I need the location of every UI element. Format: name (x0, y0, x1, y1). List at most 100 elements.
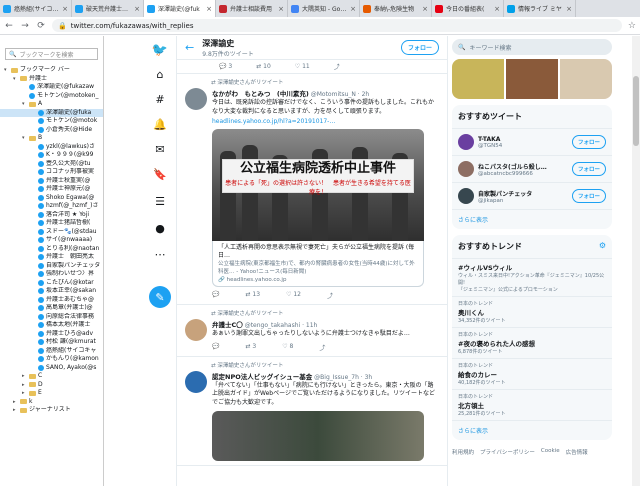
lists-icon[interactable]: ☰ (152, 193, 168, 209)
show-more-link[interactable]: さらに表示 (452, 210, 612, 229)
tweet-author-name[interactable]: 認定NPO法人ビッグイシュー基金 (212, 373, 312, 381)
bookmark-item[interactable]: 向原総合法律事務 (0, 313, 103, 322)
trend-item[interactable]: 日本のトレンド #夜の褒められた人の感想 6,878件のツイート (452, 328, 612, 359)
expand-icon[interactable]: ▸ (22, 372, 27, 381)
reply-button[interactable]: 💬 (212, 343, 219, 352)
expand-icon[interactable]: ▸ (22, 381, 27, 390)
bookmark-folder[interactable]: ▾ B (0, 134, 103, 143)
bookmark-item[interactable]: こたぴん(@kotar (0, 279, 103, 288)
media-grid[interactable] (452, 59, 612, 99)
bookmark-item[interactable]: 弁護士ひろ@adv (0, 330, 103, 339)
tweet-photo[interactable] (212, 411, 424, 461)
bookmark-item[interactable]: 落合洋司 ★ Yoji (0, 211, 103, 220)
bookmark-item[interactable]: 弁護士神原元(@ (0, 185, 103, 194)
scrollbar[interactable] (632, 36, 640, 486)
close-icon[interactable]: × (278, 5, 284, 13)
bookmark-item[interactable]: 強制わいせつ〉界 (0, 270, 103, 279)
gear-icon[interactable]: ⚙ (599, 241, 606, 252)
footer-link[interactable]: 利用規約 (452, 448, 474, 456)
link-card[interactable]: 「人工透析再開の意思表示無視で妻死亡」夫らが公立福生病院を提訴 (毎日… 公立福… (212, 241, 424, 287)
back-arrow-icon[interactable]: ← (185, 41, 194, 54)
bookmark-item[interactable]: モトケン(@motok (0, 117, 103, 126)
bookmark-item[interactable]: 弁護士あむちゃ@ (0, 296, 103, 305)
bookmark-item[interactable]: 村松 謙(@kmurat (0, 338, 103, 347)
browser-tab[interactable]: 弁護士相談費用 × (216, 0, 288, 17)
bookmark-item[interactable]: 弁護士 朝田亮太 (0, 253, 103, 262)
messages-icon[interactable]: ✉ (152, 141, 168, 157)
browser-tab[interactable]: 大隅英知 - Goog × (288, 0, 360, 17)
bookmark-item[interactable]: 小倉秀夫(@Hide (0, 126, 103, 135)
avatar[interactable] (458, 161, 474, 177)
expand-icon[interactable]: ▸ (13, 398, 18, 407)
avatar[interactable] (458, 134, 474, 150)
bookmarks-icon[interactable]: 🔖 (152, 166, 168, 182)
tweet-author-name[interactable]: なかがわ もとみつ (中川素充) (212, 90, 309, 98)
bookmark-item[interactable]: K・９９９(@k99 (0, 151, 103, 160)
bookmark-item[interactable]: hzmf(@_hzmf_)さ (0, 202, 103, 211)
close-icon[interactable]: × (494, 5, 500, 13)
bookmark-folder[interactable]: ▸ k (0, 398, 103, 407)
follow-button[interactable]: フォロー (571, 135, 606, 149)
bookmark-item[interactable]: 橋本太地(弁護士 (0, 321, 103, 330)
footer-link[interactable]: 広告情報 (566, 448, 588, 456)
notifications-icon[interactable]: 🔔 (152, 116, 168, 132)
bookmark-folder[interactable]: ▾ 弁護士 (0, 75, 103, 84)
reload-icon[interactable]: ⟳ (36, 21, 46, 31)
bookmark-item[interactable]: Shoko Egawa(@ (0, 194, 103, 203)
close-icon[interactable]: × (422, 5, 428, 13)
tweet-link[interactable]: headlines.yahoo.co.jp/hl?a=20191017-… (212, 118, 439, 125)
expand-icon[interactable]: ▸ (13, 406, 18, 415)
bookmark-folder[interactable]: ▸ ジャーナリスト (0, 406, 103, 415)
expand-icon[interactable]: ▾ (22, 134, 27, 143)
profile-icon[interactable]: ● (152, 220, 168, 236)
tweet[interactable]: ⇄ 深澤諭史さんがリツイート なかがわ もとみつ (中川素充) @Motomit… (177, 74, 447, 305)
expand-icon[interactable]: ▸ (22, 389, 27, 398)
close-icon[interactable]: × (566, 5, 572, 13)
bookmark-folder[interactable]: ▾ ブックマーク バー (0, 66, 103, 75)
bookmark-item[interactable]: とりる利(@naotan (0, 245, 103, 254)
more-icon[interactable]: ⋯ (152, 246, 168, 262)
bookmark-item[interactable]: SANO, Ayako(@s (0, 364, 103, 373)
twitter-search-input[interactable]: 🔍 キーワード検索 (452, 39, 612, 55)
media-thumb[interactable] (506, 59, 558, 99)
like-button[interactable]: ♡ 12 (286, 291, 301, 300)
bookmark-item[interactable]: 自家製パンチェッタ (0, 262, 103, 271)
bookmark-search-input[interactable]: 🔍 ブックマークを検索 (5, 48, 98, 60)
media-thumb[interactable] (560, 59, 612, 99)
trend-item[interactable]: 日本のトレンド 北方領土 25,281件のツイート (452, 390, 612, 421)
bookmark-item[interactable]: サイ(@nwaaaa) (0, 236, 103, 245)
tweet-author-name[interactable]: 弁護士C〇 (212, 321, 243, 329)
browser-tab[interactable]: 情報ライブ ミヤ × (504, 0, 576, 17)
bookmark-folder[interactable]: ▸ D (0, 381, 103, 390)
show-more-link[interactable]: さらに表示 (452, 421, 612, 440)
like-button[interactable]: ♡ 11 (295, 63, 310, 70)
trend-item[interactable]: 日本のトレンド 給食のカレー 40,182件のツイート (452, 359, 612, 390)
tweet[interactable]: ⇄ 深澤諭史さんがリツイート 認定NPO法人ビッグイシュー基金 @Big_Iss… (177, 357, 447, 466)
share-icon[interactable]: ⤴ (334, 62, 340, 71)
bookmark-star-icon[interactable]: ☆ (628, 21, 636, 31)
tweet[interactable]: ⇄ 深澤諭史さんがリツイート 弁護士C〇 @tengo_takahashi · … (177, 305, 447, 357)
bookmark-item[interactable]: 壺久公大苑(@tu (0, 160, 103, 169)
media-thumb[interactable] (452, 59, 504, 99)
bookmark-item[interactable]: 深澤諭史(@fukazaw (0, 83, 103, 92)
browser-tab[interactable]: 深澤諭史(@fuk × (144, 0, 216, 17)
compose-tweet-button[interactable]: ✎ (149, 286, 171, 308)
avatar[interactable] (185, 319, 207, 341)
forward-icon[interactable]: → (20, 21, 30, 31)
reply-button[interactable]: 💬 (212, 291, 219, 300)
bookmark-item[interactable]: モトケン(@motoken_ (0, 92, 103, 101)
footer-link[interactable]: プライバシーポリシー (480, 448, 535, 456)
bookmark-item[interactable]: 弁護士猪詰哲樹( (0, 219, 103, 228)
bookmark-item[interactable]: 高島章(弁護士)@ (0, 304, 103, 313)
scrollbar-thumb[interactable] (633, 76, 639, 146)
expand-icon[interactable]: ▾ (13, 75, 18, 84)
recommended-account[interactable]: 自家製パンチェッタ @jikapan フォロー (452, 183, 612, 210)
avatar[interactable] (458, 188, 474, 204)
browser-tab[interactable]: 奉納\-危険生物 × (360, 0, 432, 17)
close-icon[interactable]: × (62, 5, 68, 13)
bookmark-item[interactable]: 深澤諭史(@fuka (0, 108, 103, 117)
back-icon[interactable]: ← (4, 21, 14, 31)
address-bar[interactable]: 🔒 twitter.com/fukazawas/with_replies (52, 19, 622, 32)
expand-icon[interactable]: ▾ (22, 100, 27, 109)
close-icon[interactable]: × (134, 5, 140, 13)
